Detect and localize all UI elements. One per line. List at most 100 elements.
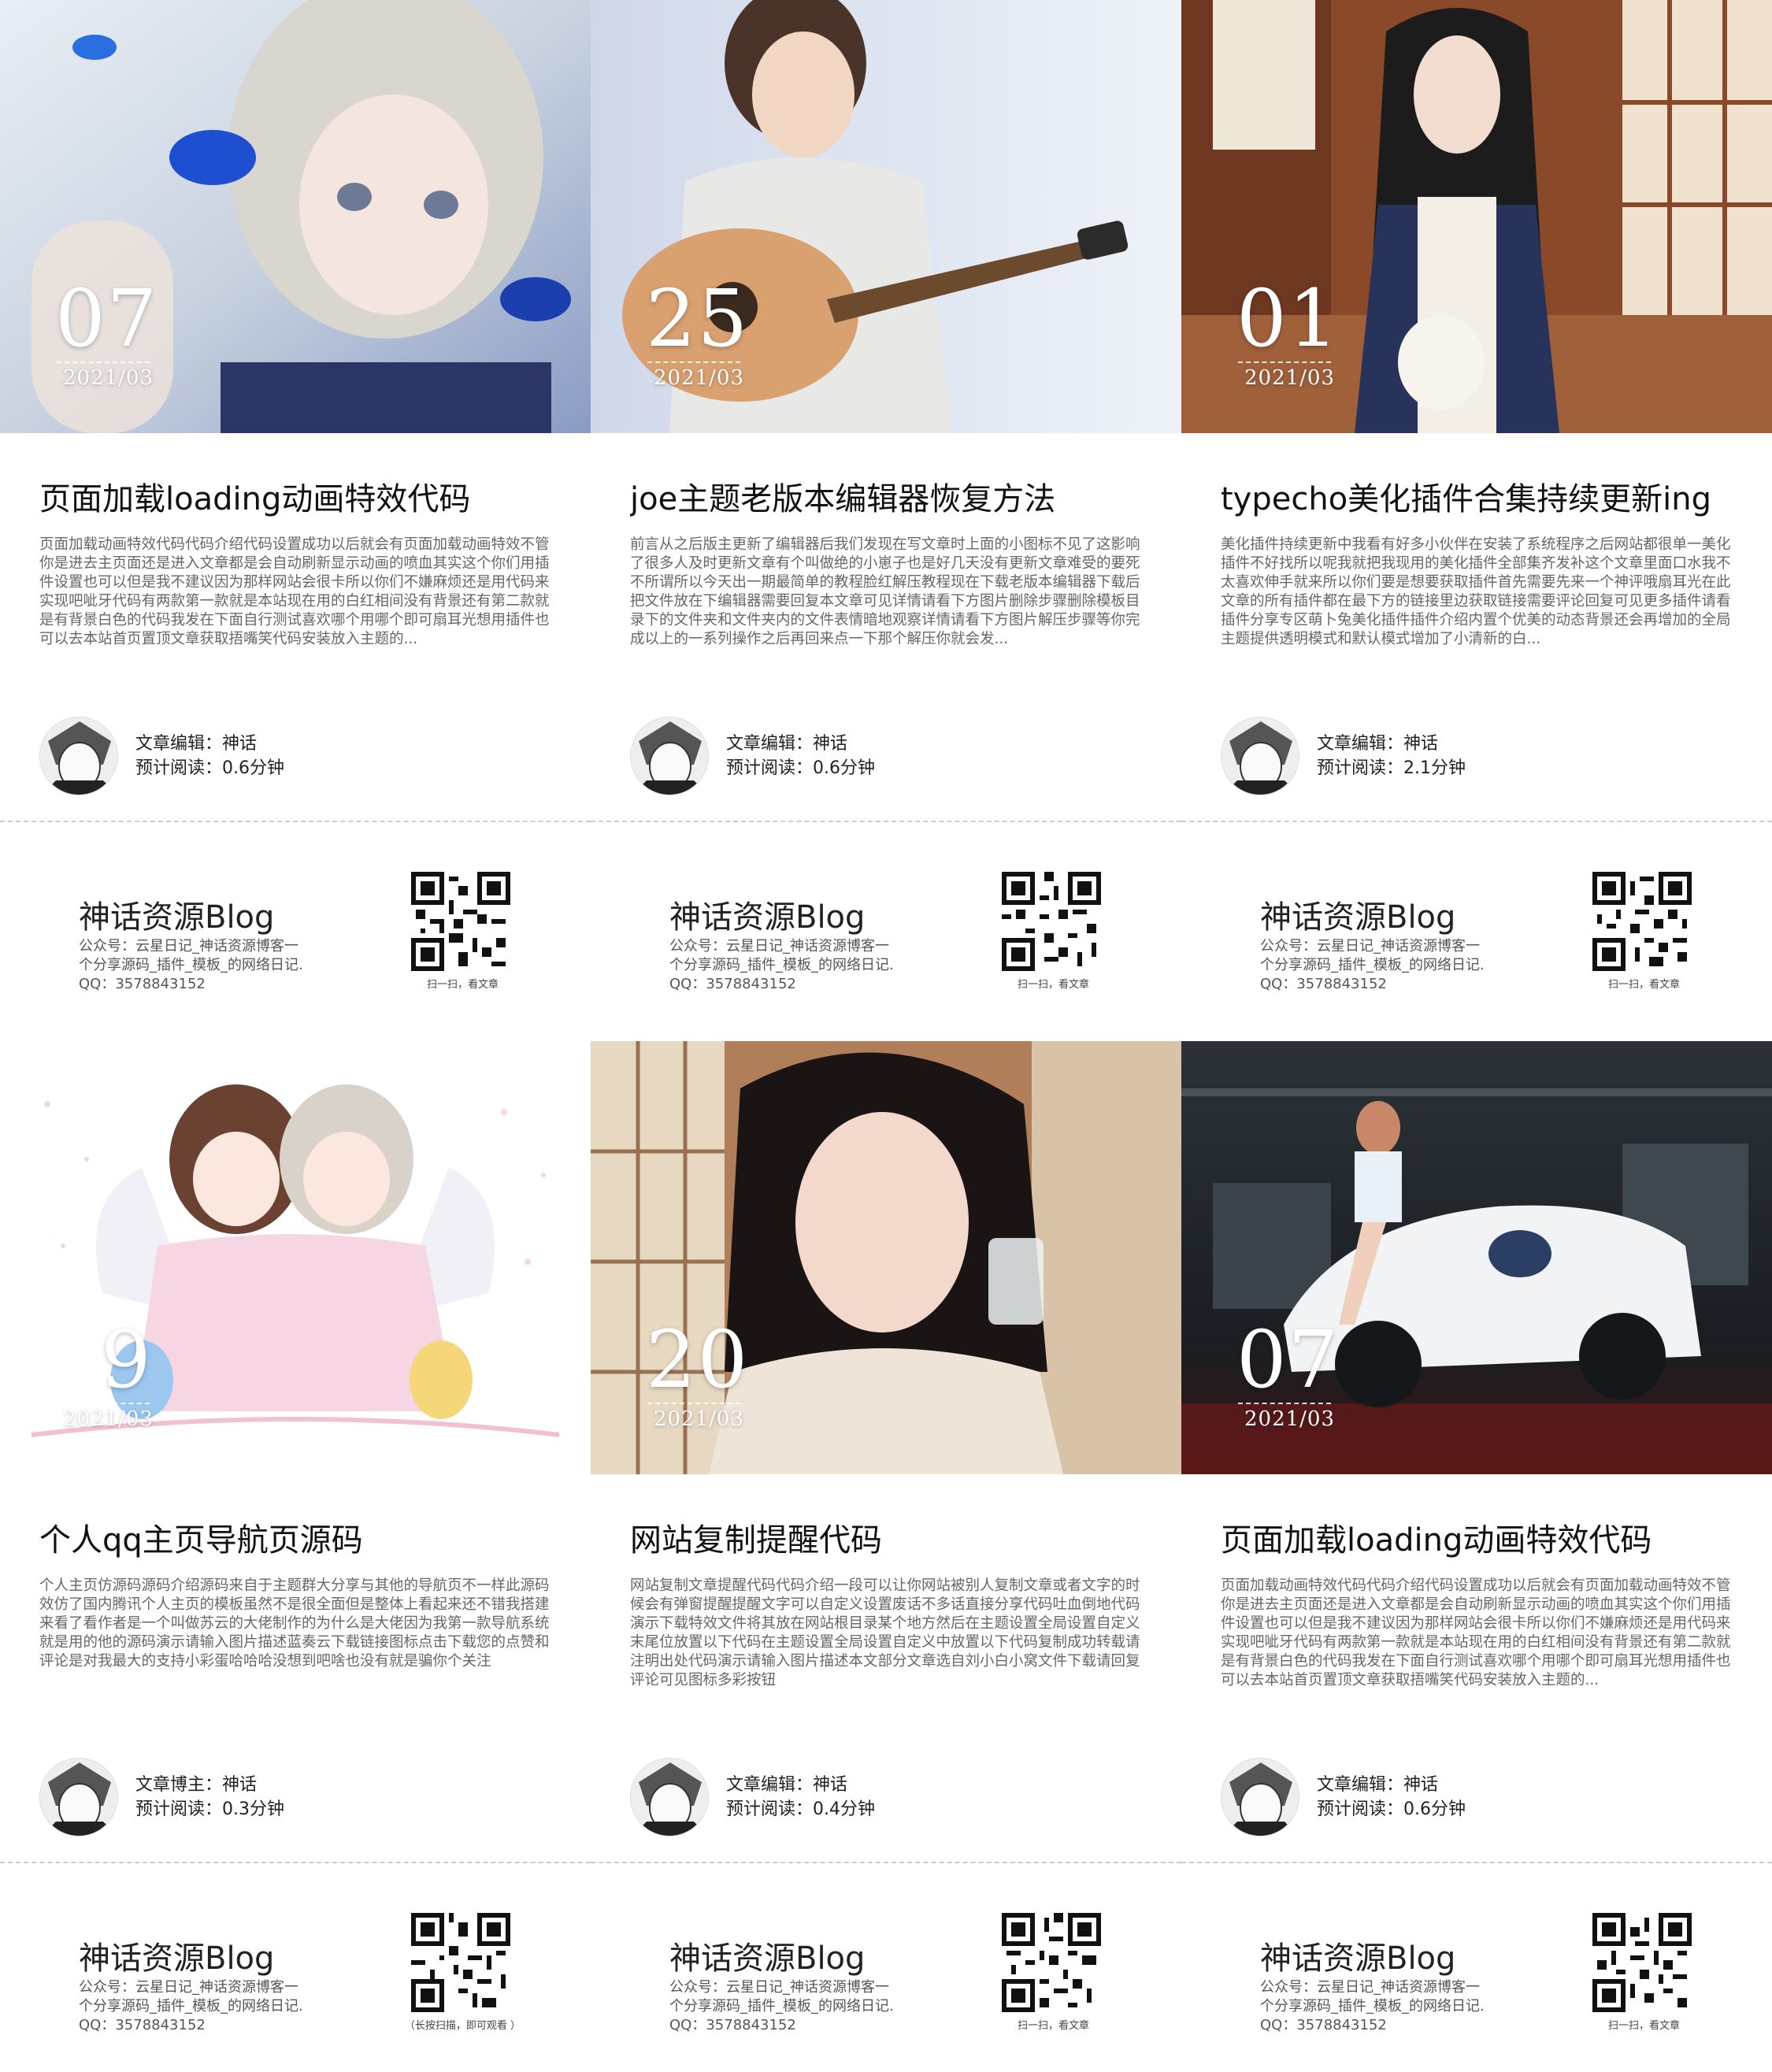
post-card: 01 2021/03 typecho美化插件合集持续更新ing 美化插件持续更新…: [1181, 0, 1772, 1041]
post-read-time: 预计阅读：0.4分钟: [726, 1800, 875, 1819]
post-meta: 文章编辑：神话 预计阅读：0.4分钟: [630, 1758, 875, 1837]
post-meta: 文章博主：神话 预计阅读：0.3分钟: [39, 1758, 284, 1837]
post-body: 网站复制提醒代码 网站复制文章提醒代码代码介绍一段可以让你网站被别人复制文章或者…: [591, 1474, 1181, 1863]
qr-code-icon[interactable]: [1592, 1913, 1692, 2012]
post-excerpt: 页面加载动画特效代码代码介绍代码设置成功以后就会有页面加载动画特效不管你是进去主…: [39, 536, 550, 647]
qr-caption: 扫一扫，看文章: [1017, 2020, 1089, 2032]
promo-description: 公众号：云星日记_神话资源博客一 个分享源码_插件_模板_的网络日记. QQ：3…: [669, 1979, 894, 2033]
post-meta: 文章编辑：神话 预计阅读：0.6分钟: [39, 717, 284, 795]
qr-caption: 扫一扫，看文章: [1607, 979, 1680, 991]
post-card: 25 2021/03 joe主题老版本编辑器恢复方法 前言从之后版主更新了编辑器…: [591, 0, 1181, 1041]
promo-title: 神话资源Blog: [1260, 1940, 1456, 1977]
post-read-time: 预计阅读：0.3分钟: [135, 1800, 284, 1819]
post-thumbnail[interactable]: 01 2021/03: [1181, 0, 1772, 433]
qr-code-icon[interactable]: [411, 1913, 510, 2012]
author-avatar[interactable]: [1221, 1758, 1299, 1837]
promo-description: 公众号：云星日记_神话资源博客一 个分享源码_插件_模板_的网络日记. QQ：3…: [1260, 938, 1485, 992]
post-title[interactable]: 页面加载loading动画特效代码: [39, 480, 553, 518]
promo-block: 神话资源Blog 公众号：云星日记_神话资源博客一 个分享源码_插件_模板_的网…: [0, 1862, 591, 2072]
post-card: 07 2021/03 页面加载loading动画特效代码 页面加载动画特效代码代…: [0, 0, 591, 1041]
qr-code-icon[interactable]: [411, 872, 510, 971]
post-date-day: 25: [646, 272, 750, 365]
promo-description: 公众号：云星日记_神话资源博客一 个分享源码_插件_模板_的网络日记. QQ：3…: [79, 938, 303, 992]
date-divider: [57, 361, 150, 363]
post-read-time: 预计阅读：0.6分钟: [1317, 1800, 1466, 1819]
promo-block: 神话资源Blog 公众号：云星日记_神话资源博客一 个分享源码_插件_模板_的网…: [591, 821, 1181, 1041]
qr-code-icon[interactable]: [1002, 872, 1101, 971]
post-grid: 07 2021/03 页面加载loading动画特效代码 页面加载动画特效代码代…: [0, 0, 1772, 2072]
post-date-month: 2021/03: [63, 1407, 154, 1431]
post-read-time: 预计阅读：0.6分钟: [135, 758, 284, 778]
author-avatar[interactable]: [1221, 717, 1299, 795]
post-thumbnail[interactable]: 25 2021/03: [591, 0, 1181, 433]
qr-caption: 扫一扫，看文章: [426, 979, 499, 991]
promo-block: 神话资源Blog 公众号：云星日记_神话资源博客一 个分享源码_插件_模板_的网…: [591, 1862, 1181, 2072]
post-title[interactable]: 页面加载loading动画特效代码: [1221, 1522, 1734, 1559]
post-author: 文章编辑：神话: [726, 734, 848, 754]
post-date-month: 2021/03: [63, 366, 154, 390]
post-author: 文章编辑：神话: [135, 734, 258, 754]
post-date-day: 20: [646, 1314, 750, 1406]
post-body: typecho美化插件合集持续更新ing 美化插件持续更新中我看有好多小伙伴在安…: [1181, 433, 1772, 822]
post-date-day: 07: [1236, 1314, 1340, 1406]
author-avatar[interactable]: [39, 1758, 118, 1837]
post-date-month: 2021/03: [1244, 1407, 1336, 1431]
author-avatar[interactable]: [39, 717, 118, 795]
promo-title: 神话资源Blog: [79, 1940, 275, 1977]
post-date-month: 2021/03: [654, 366, 745, 390]
qr-caption: 扫一扫，看文章: [1607, 2020, 1680, 2032]
promo-block: 神话资源Blog 公众号：云星日记_神话资源博客一 个分享源码_插件_模板_的网…: [1181, 821, 1772, 1041]
promo-title: 神话资源Blog: [1260, 899, 1456, 936]
post-read-time: 预计阅读：2.1分钟: [1317, 758, 1466, 778]
promo-title: 神话资源Blog: [79, 899, 275, 936]
post-thumbnail[interactable]: 07 2021/03: [0, 0, 591, 433]
author-avatar[interactable]: [630, 1758, 709, 1837]
post-meta: 文章编辑：神话 预计阅读：2.1分钟: [1221, 717, 1466, 795]
post-author: 文章编辑：神话: [1317, 734, 1439, 754]
post-body: 个人qq主页导航页源码 个人主页仿源码源码介绍源码来自于主题群大分享与其他的导航…: [0, 1474, 591, 1863]
promo-title: 神话资源Blog: [669, 1940, 866, 1977]
post-author: 文章博主：神话: [135, 1775, 258, 1795]
post-card: 9 2021/03 个人qq主页导航页源码 个人主页仿源码源码介绍源码来自于主题…: [0, 1041, 591, 2072]
qr-caption: 扫一扫，看文章: [1017, 979, 1089, 991]
post-body: joe主题老版本编辑器恢复方法 前言从之后版主更新了编辑器后我们发现在写文章时上…: [591, 433, 1181, 822]
post-title[interactable]: joe主题老版本编辑器恢复方法: [630, 480, 1144, 518]
date-divider: [647, 1403, 740, 1404]
post-excerpt: 美化插件持续更新中我看有好多小伙伴在安装了系统程序之后网站都很单一美化插件不好找…: [1221, 536, 1731, 647]
qr-code-icon[interactable]: [1592, 872, 1692, 971]
post-excerpt: 个人主页仿源码源码介绍源码来自于主题群大分享与其他的导航页不一样此源码效仿了国内…: [39, 1577, 550, 1670]
promo-description: 公众号：云星日记_神话资源博客一 个分享源码_插件_模板_的网络日记. QQ：3…: [79, 1979, 303, 2033]
promo-block: 神话资源Blog 公众号：云星日记_神话资源博客一 个分享源码_插件_模板_的网…: [1181, 1862, 1772, 2072]
post-date-day: 07: [55, 272, 159, 365]
post-author: 文章编辑：神话: [1317, 1775, 1439, 1795]
promo-description: 公众号：云星日记_神话资源博客一 个分享源码_插件_模板_的网络日记. QQ：3…: [1260, 1979, 1485, 2033]
promo-description: 公众号：云星日记_神话资源博客一 个分享源码_插件_模板_的网络日记. QQ：3…: [669, 938, 894, 992]
post-excerpt: 前言从之后版主更新了编辑器后我们发现在写文章时上面的小图标不见了这影响了很多人及…: [630, 536, 1140, 647]
post-body: 页面加载loading动画特效代码 页面加载动画特效代码代码介绍代码设置成功以后…: [1181, 1474, 1772, 1863]
post-date-day: 9: [101, 1314, 153, 1406]
post-thumbnail[interactable]: 20 2021/03: [591, 1041, 1181, 1474]
post-thumbnail[interactable]: 9 2021/03: [0, 1041, 591, 1474]
post-date-month: 2021/03: [1244, 366, 1336, 390]
post-date-day: 01: [1236, 272, 1340, 365]
qr-caption: （长按扫描，即可观看 ）: [404, 2020, 521, 2032]
post-author: 文章编辑：神话: [726, 1775, 848, 1795]
promo-block: 神话资源Blog 公众号：云星日记_神话资源博客一 个分享源码_插件_模板_的网…: [0, 821, 591, 1041]
post-meta: 文章编辑：神话 预计阅读：0.6分钟: [1221, 1758, 1466, 1837]
post-date-month: 2021/03: [654, 1407, 745, 1431]
post-title[interactable]: typecho美化插件合集持续更新ing: [1221, 480, 1734, 518]
post-card: 07 2021/03 页面加载loading动画特效代码 页面加载动画特效代码代…: [1181, 1041, 1772, 2072]
qr-code-icon[interactable]: [1002, 1913, 1101, 2012]
post-excerpt: 页面加载动画特效代码代码介绍代码设置成功以后就会有页面加载动画特效不管你是进去主…: [1221, 1577, 1731, 1688]
date-divider: [1238, 1403, 1331, 1404]
date-divider: [1238, 361, 1331, 363]
post-title[interactable]: 网站复制提醒代码: [630, 1522, 1144, 1559]
post-read-time: 预计阅读：0.6分钟: [726, 758, 875, 778]
date-divider: [57, 1403, 150, 1404]
post-title[interactable]: 个人qq主页导航页源码: [39, 1522, 553, 1559]
author-avatar[interactable]: [630, 717, 709, 795]
date-divider: [647, 361, 740, 363]
post-thumbnail[interactable]: 07 2021/03: [1181, 1041, 1772, 1474]
post-body: 页面加载loading动画特效代码 页面加载动画特效代码代码介绍代码设置成功以后…: [0, 433, 591, 822]
promo-title: 神话资源Blog: [669, 899, 866, 936]
